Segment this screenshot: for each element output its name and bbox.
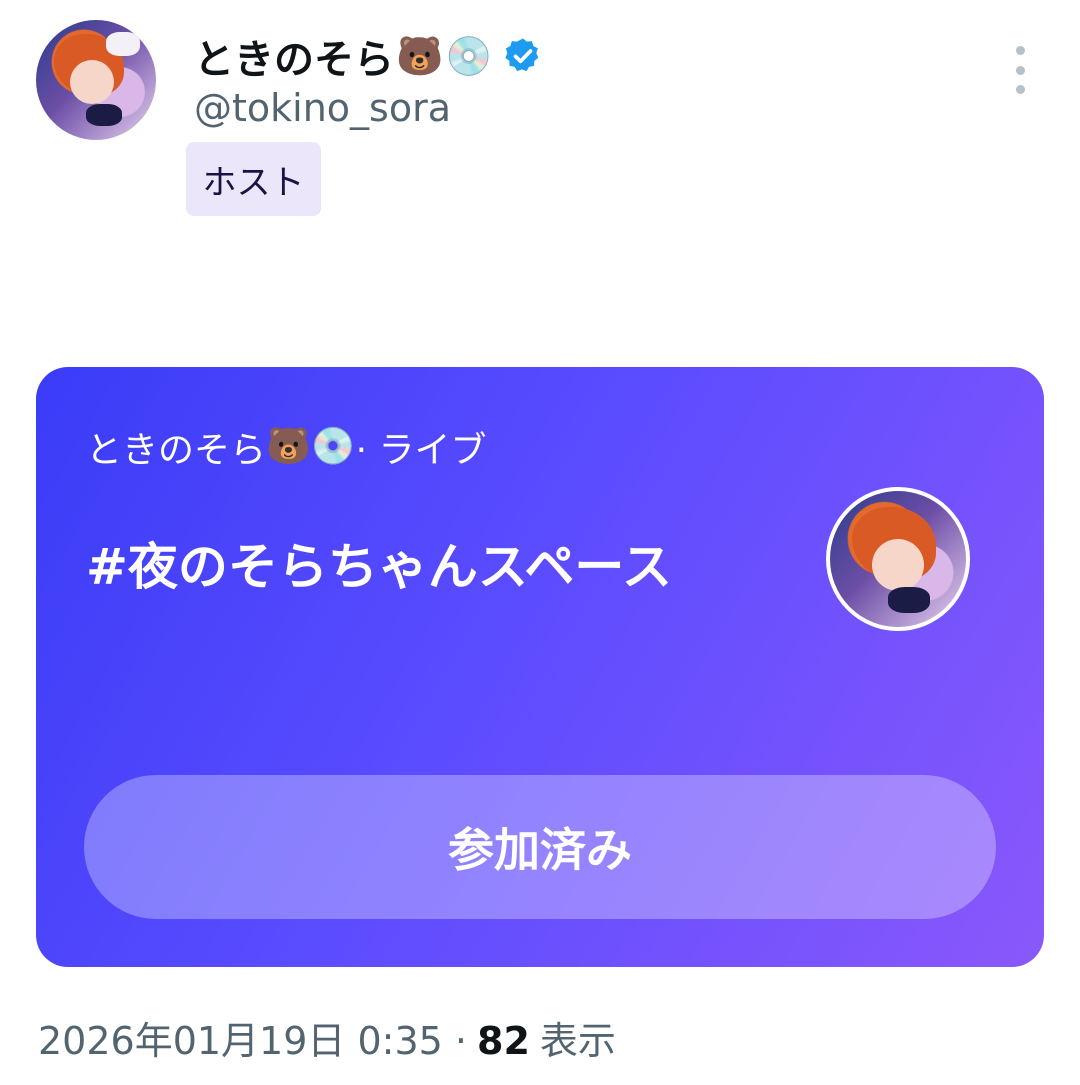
disc-emoji: 💿 — [445, 34, 493, 78]
joined-button[interactable]: 参加済み — [84, 775, 996, 919]
bear-emoji: 🐻 — [396, 34, 444, 78]
avatar-bow — [106, 32, 140, 56]
avatar-face — [70, 60, 114, 104]
verified-badge-icon — [504, 38, 538, 72]
space-host-name: ときのそら — [86, 430, 267, 471]
space-host-avatar — [826, 487, 970, 631]
post-meta: 2026年01月19日 0:35 · 82 表示 — [38, 1010, 616, 1065]
more-dot — [1015, 85, 1025, 94]
view-count: 82 — [477, 1019, 530, 1063]
avatar-hand — [888, 587, 930, 613]
more-dot — [1015, 46, 1025, 55]
author-avatar[interactable] — [36, 20, 156, 140]
space-live-status: · ライブ — [355, 430, 487, 471]
space-title: #夜のそらちゃんスペース — [86, 538, 672, 596]
avatar-hand — [86, 104, 122, 126]
more-options-icon[interactable] — [1006, 46, 1034, 94]
bear-emoji: 🐻 — [266, 426, 311, 467]
author-display-name[interactable]: ときのそら — [194, 27, 394, 85]
more-dot — [1015, 65, 1025, 75]
host-role-badge: ホスト — [186, 142, 321, 216]
space-card[interactable]: ときのそら 🐻 💿 · ライブ #夜のそらちゃんスペース 参加済み — [36, 367, 1044, 967]
avatar-face — [872, 539, 924, 591]
author-handle[interactable]: @tokino_sora — [194, 86, 451, 130]
post-timestamp[interactable]: 2026年01月19日 0:35 · — [38, 1010, 467, 1065]
disc-emoji: 💿 — [310, 426, 356, 467]
space-host-line: ときのそら 🐻 💿 · ライブ — [86, 421, 487, 473]
author-name-row[interactable]: ときのそら 🐻 💿 — [194, 26, 543, 86]
views-label: 表示 — [539, 1019, 616, 1063]
